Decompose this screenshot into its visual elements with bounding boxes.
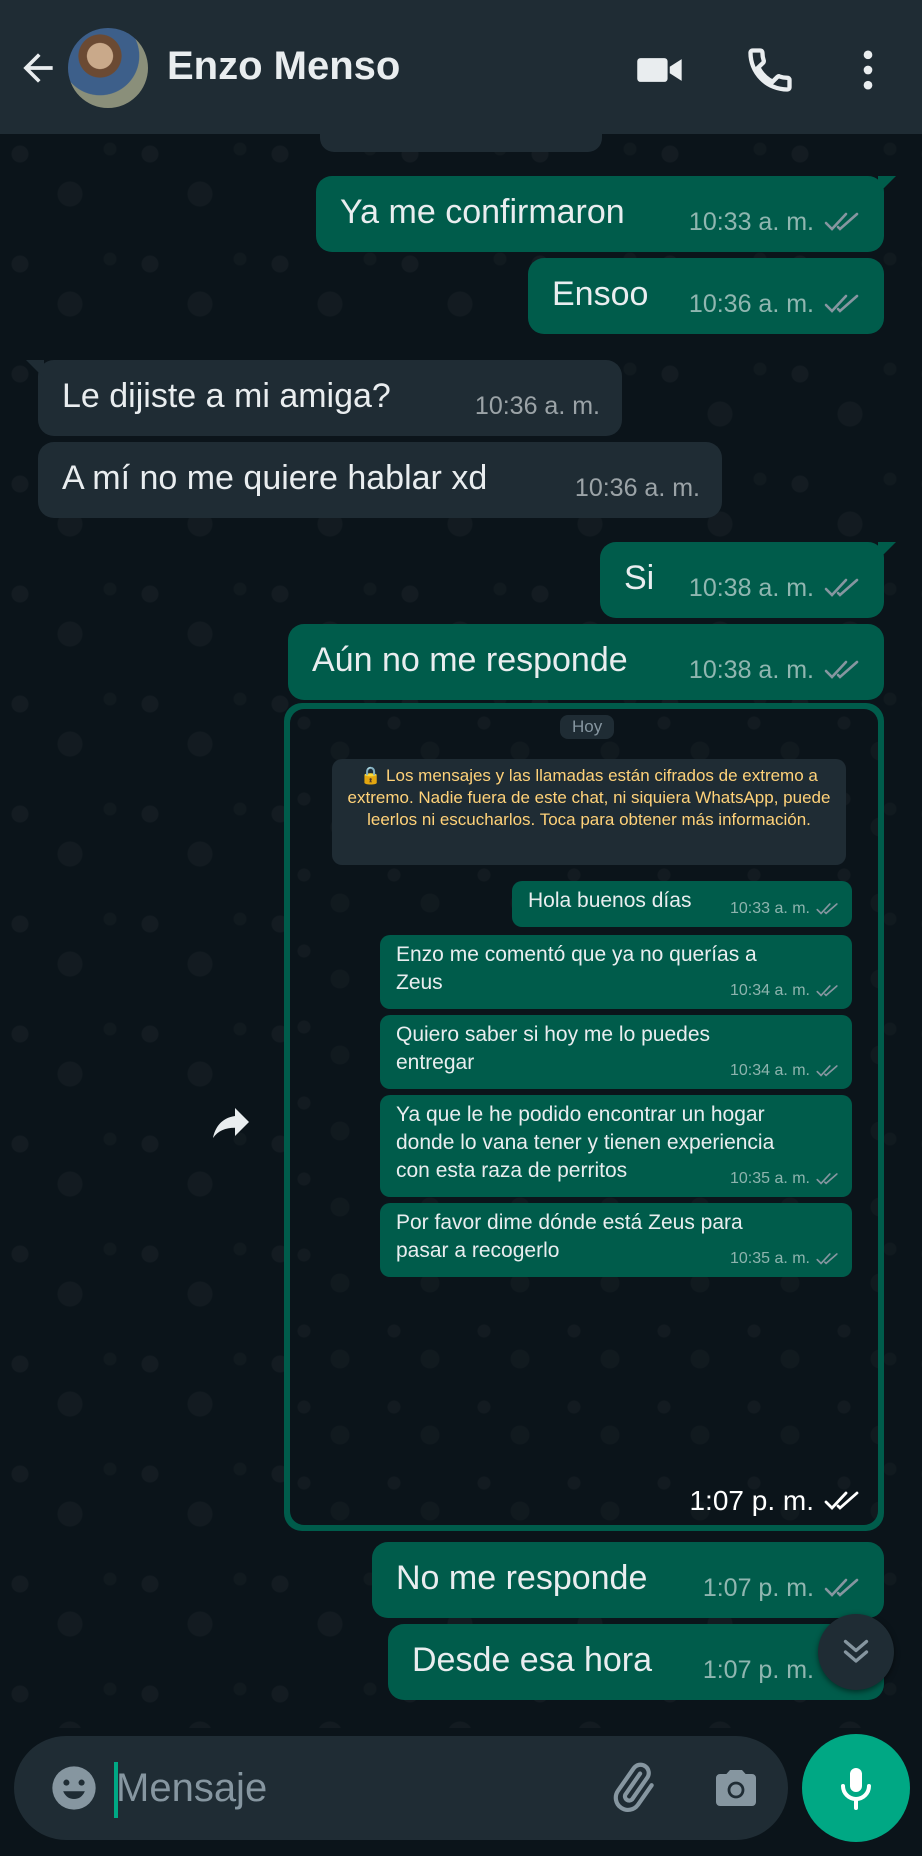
message-input[interactable] — [116, 1758, 596, 1818]
message-bubble-out[interactable]: Si 10:38 a. m. — [600, 542, 896, 618]
screenshot-message-text: Por favor dime dónde está Zeus para pasa… — [396, 1211, 743, 1262]
read-ticks-icon — [824, 294, 859, 313]
message-bubble-out[interactable]: Ya me confirmaron 10:33 a. m. — [316, 176, 896, 252]
message-composer — [14, 1736, 788, 1840]
video-call-icon[interactable] — [634, 44, 686, 96]
read-ticks-icon — [824, 578, 859, 597]
chat-header: Enzo Menso — [0, 0, 922, 134]
read-ticks-icon — [816, 1173, 838, 1185]
read-ticks-icon — [816, 903, 838, 915]
camera-icon[interactable] — [710, 1764, 762, 1812]
read-ticks-icon — [824, 1578, 859, 1597]
screenshot-message-time: 10:33 a. m. — [729, 900, 810, 917]
message-text: Desde esa hora — [412, 1641, 653, 1679]
screenshot-message: Por favor dime dónde está Zeus para pasa… — [380, 1203, 852, 1277]
screenshot-message-text: Hola buenos días — [528, 889, 692, 912]
mic-icon — [841, 1768, 871, 1810]
message-text: Le dijiste a mi amiga? — [62, 377, 391, 415]
screenshot-image[interactable]: Hoy 🔒 Los mensajes y las llamadas están … — [290, 709, 878, 1525]
read-ticks-icon — [824, 1491, 859, 1511]
screenshot-message: Enzo me comentó que ya no querías a Zeus… — [380, 935, 852, 1009]
screenshot-message-meta: 10:34 a. m. — [730, 1057, 840, 1085]
message-text: No me responde — [396, 1559, 648, 1597]
screenshot-message-meta: 10:35 a. m. — [730, 1165, 840, 1193]
message-text: Si — [624, 559, 655, 597]
message-bubble-out[interactable]: Aún no me responde 10:38 a. m. — [288, 624, 884, 700]
message-bubble-in[interactable]: A mí no me quiere hablar xd 10:36 a. m. — [38, 442, 722, 518]
message-bubble-out[interactable]: Ensoo 10:36 a. m. — [528, 258, 884, 334]
read-ticks-icon — [816, 1253, 838, 1265]
message-meta: 10:36 a. m. — [575, 468, 700, 508]
screenshot-message-meta: 10:34 a. m. — [730, 977, 840, 1005]
share-icon[interactable] — [203, 1098, 259, 1146]
day-label: Hoy — [560, 715, 615, 739]
message-bubble-out[interactable]: Desde esa hora 1:07 p. m. — [388, 1624, 884, 1700]
message-text: Aún no me responde — [312, 641, 628, 679]
screenshot-message-time: 10:35 a. m. — [729, 1170, 810, 1187]
read-ticks-icon — [824, 212, 859, 231]
message-time: 10:38 a. m. — [688, 574, 814, 602]
screenshot-message-meta: 10:33 a. m. — [730, 895, 840, 923]
message-time: 10:36 a. m. — [574, 474, 700, 502]
screenshot-message: Ya que le he podido encontrar un hogar d… — [380, 1095, 852, 1197]
message-bubble-out[interactable]: No me responde 1:07 p. m. — [372, 1542, 884, 1618]
encryption-notice: 🔒 Los mensajes y las llamadas están cifr… — [332, 759, 846, 865]
message-time: 1:07 p. m. — [702, 1574, 814, 1602]
screenshot-message: Quiero saber si hoy me lo puedes entrega… — [380, 1015, 852, 1089]
image-message-bubble[interactable]: Hoy 🔒 Los mensajes y las llamadas están … — [284, 703, 884, 1531]
message-meta: 1:07 p. m. — [703, 1568, 862, 1608]
read-ticks-icon — [824, 660, 859, 679]
scroll-to-bottom-button[interactable] — [818, 1614, 894, 1690]
message-time: 10:36 a. m. — [474, 392, 600, 420]
partial-message-bubble — [320, 128, 602, 152]
message-time: 1:07 p. m. — [689, 1485, 814, 1516]
screenshot-message-text: Enzo me comentó que ya no querías a Zeus — [396, 943, 757, 994]
mic-button[interactable] — [802, 1734, 910, 1842]
screenshot-message-text: Ya que le he podido encontrar un hogar d… — [396, 1103, 775, 1182]
message-text: Ensoo — [552, 275, 649, 313]
message-meta: 10:38 a. m. — [689, 568, 862, 608]
attach-icon[interactable] — [604, 1760, 660, 1816]
emoji-icon[interactable] — [48, 1762, 100, 1814]
back-arrow-icon[interactable] — [16, 46, 60, 90]
message-bubble-in[interactable]: Le dijiste a mi amiga? 10:36 a. m. — [26, 360, 622, 436]
message-meta: 10:38 a. m. — [689, 650, 862, 690]
message-text: A mí no me quiere hablar xd — [62, 459, 488, 497]
message-meta: 10:36 a. m. — [689, 284, 862, 324]
message-text: Ya me confirmaron — [340, 193, 625, 231]
message-time: 10:33 a. m. — [688, 208, 814, 236]
screenshot-message-text: Quiero saber si hoy me lo puedes entrega… — [396, 1023, 711, 1074]
screenshot-message-meta: 10:35 a. m. — [730, 1245, 840, 1273]
phone-icon[interactable] — [744, 44, 796, 96]
double-chevron-down-icon — [843, 1639, 869, 1663]
message-time: 10:36 a. m. — [688, 290, 814, 318]
read-ticks-icon — [816, 1065, 838, 1077]
avatar[interactable] — [68, 28, 148, 108]
message-time: 10:38 a. m. — [688, 656, 814, 684]
message-meta: 10:36 a. m. — [475, 386, 600, 426]
message-meta: 10:33 a. m. — [689, 202, 862, 242]
image-message-meta: 1:07 p. m. — [689, 1485, 862, 1517]
read-ticks-icon — [816, 985, 838, 997]
more-vert-icon[interactable] — [842, 44, 894, 96]
screenshot-message-time: 10:34 a. m. — [729, 1062, 810, 1079]
screenshot-message-time: 10:34 a. m. — [729, 982, 810, 999]
screenshot-message-time: 10:35 a. m. — [729, 1250, 810, 1267]
screenshot-message: Hola buenos días 10:33 a. m. — [512, 881, 852, 927]
contact-name[interactable]: Enzo Menso — [167, 44, 400, 89]
message-time: 1:07 p. m. — [702, 1656, 814, 1684]
